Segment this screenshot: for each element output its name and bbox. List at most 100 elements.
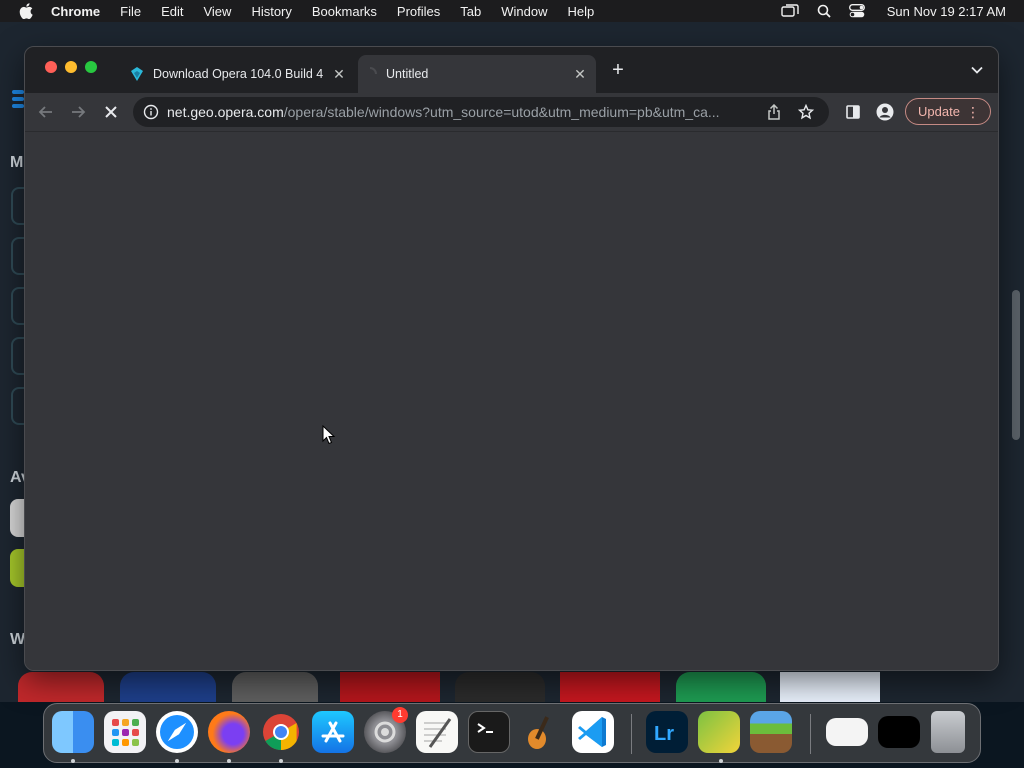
menu-window[interactable]: Window [501, 4, 547, 19]
url-path: /opera/stable/windows?utm_source=utod&ut… [283, 104, 720, 120]
star-icon [798, 104, 814, 120]
app-tile [120, 672, 216, 702]
garageband-icon[interactable] [520, 711, 562, 753]
running-indicator [71, 759, 75, 763]
background-window-edge: M Av W [0, 22, 30, 702]
url-host: net.geo.opera.com [167, 104, 284, 120]
site-info-icon[interactable] [143, 104, 159, 120]
bookmark-button[interactable] [797, 103, 815, 121]
tab-download-opera[interactable]: Download Opera 104.0 Build 4 ✕ [125, 55, 355, 93]
game-icon[interactable] [698, 711, 740, 753]
chrome-logo-icon [263, 714, 299, 750]
share-icon [768, 104, 780, 120]
forward-button[interactable] [68, 102, 88, 122]
close-tab-icon[interactable]: ✕ [331, 66, 347, 82]
compass-icon [160, 715, 194, 749]
running-indicator [719, 759, 723, 763]
running-indicator [227, 759, 231, 763]
tab-title: Download Opera 104.0 Build 4 [153, 67, 324, 81]
terminal-icon[interactable] [468, 711, 510, 753]
url-text: net.geo.opera.com/opera/stable/windows?u… [167, 104, 765, 120]
app-tile [340, 672, 440, 702]
back-button[interactable] [36, 102, 56, 122]
close-tab-icon[interactable]: ✕ [572, 66, 588, 82]
search-icon[interactable] [817, 4, 831, 18]
close-window-button[interactable] [45, 61, 57, 73]
menu-extras: Sun Nov 19 2:17 AM [781, 0, 1006, 22]
menu-icon [12, 90, 24, 112]
background-app-tiles [0, 672, 1024, 702]
menu-bookmarks[interactable]: Bookmarks [312, 4, 377, 19]
stop-loading-button[interactable] [101, 102, 121, 122]
share-button[interactable] [765, 103, 783, 121]
menu-history[interactable]: History [251, 4, 291, 19]
bg-letter: W [10, 631, 26, 648]
menu-bar: Chrome File Edit View History Bookmarks … [0, 0, 1024, 22]
safari-icon[interactable] [156, 711, 198, 753]
menu-clock[interactable]: Sun Nov 19 2:17 AM [887, 4, 1006, 19]
app-tile [780, 672, 880, 702]
notification-badge: 1 [392, 707, 408, 723]
forward-arrow-icon [72, 106, 86, 118]
trash-icon[interactable] [931, 711, 965, 753]
more-menu-icon[interactable]: ⋮ [966, 105, 980, 119]
running-indicator [175, 759, 179, 763]
side-panel-icon [846, 105, 860, 119]
window-thumbnail[interactable] [878, 716, 920, 748]
lightroom-icon[interactable]: Lr [646, 711, 688, 753]
svg-text:Lr: Lr [654, 723, 674, 745]
menu-edit[interactable]: Edit [161, 4, 183, 19]
new-tab-button[interactable]: + [609, 60, 627, 80]
tab-strip: Download Opera 104.0 Build 4 ✕ Untitled … [25, 47, 998, 93]
menu-tab[interactable]: Tab [460, 4, 481, 19]
app-tile [18, 672, 104, 702]
guitar-icon [528, 716, 549, 749]
side-panel-button[interactable] [843, 102, 863, 122]
menu-file[interactable]: File [120, 4, 141, 19]
dock: 1 Lr [43, 703, 981, 763]
loading-icon [369, 67, 377, 75]
firefox-icon[interactable] [208, 711, 250, 753]
launchpad-icon[interactable] [104, 711, 146, 753]
prompt-icon [477, 723, 493, 733]
minecraft-icon[interactable] [750, 711, 792, 753]
finder-icon[interactable] [52, 711, 94, 753]
vscode-logo-icon [578, 717, 606, 747]
apple-icon[interactable] [19, 3, 33, 19]
update-button[interactable]: Update ⋮ [905, 98, 991, 125]
update-label: Update [918, 104, 960, 119]
chrome-icon[interactable] [260, 711, 302, 753]
lr-logo-icon: Lr [654, 723, 674, 745]
textedit-icon[interactable] [416, 711, 458, 753]
control-center-icon[interactable] [848, 4, 865, 18]
dock-separator [810, 714, 811, 754]
app-store-logo-icon [321, 721, 345, 743]
running-indicator [279, 759, 283, 763]
window-controls [45, 61, 97, 73]
preview-window-thumbnail[interactable] [826, 718, 868, 746]
profile-button[interactable] [875, 102, 895, 122]
vscode-icon[interactable] [572, 711, 614, 753]
menu-view[interactable]: View [203, 4, 231, 19]
menu-profiles[interactable]: Profiles [397, 4, 440, 19]
page-content [25, 131, 998, 670]
browser-toolbar: net.geo.opera.com/opera/stable/windows?u… [25, 93, 998, 131]
dock-separator [631, 714, 632, 754]
app-store-icon[interactable] [312, 711, 354, 753]
scrollbar[interactable] [1012, 290, 1020, 440]
menu-help[interactable]: Help [568, 4, 595, 19]
minimize-window-button[interactable] [65, 61, 77, 73]
launchpad-grid-icon [112, 719, 139, 746]
screen-mirroring-icon[interactable] [781, 4, 799, 18]
menu-app-name[interactable]: Chrome [51, 4, 100, 19]
tab-untitled[interactable]: Untitled ✕ [358, 55, 596, 93]
zoom-window-button[interactable] [85, 61, 97, 73]
pen-paper-icon [424, 718, 452, 748]
address-bar[interactable]: net.geo.opera.com/opera/stable/windows?u… [133, 97, 829, 127]
app-tile [455, 672, 545, 702]
bg-letter: M [10, 154, 24, 171]
stop-icon [105, 106, 117, 118]
opera-download-icon [131, 67, 143, 81]
profile-icon [876, 103, 894, 121]
chevron-down-icon[interactable] [970, 63, 984, 77]
